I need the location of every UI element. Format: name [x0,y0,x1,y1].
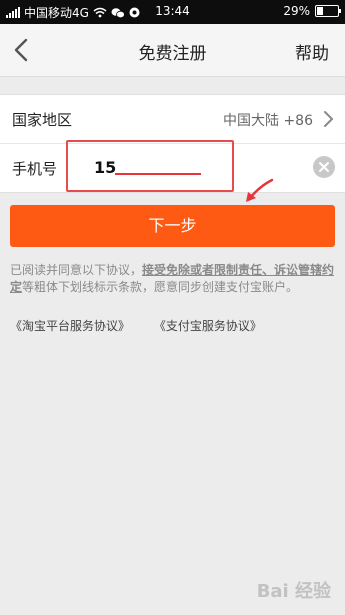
phone-label: 手机号 [12,160,58,178]
battery-percent: 29% [283,4,310,18]
annotation-box [66,140,234,192]
battery-icon [315,5,341,17]
page-title: 免费注册 [138,44,207,64]
redacted-number-line [115,173,201,175]
region-value: 中国大陆 +86 [223,113,313,129]
next-step-button[interactable]: 下一步 [10,205,335,247]
chevron-right-icon [324,111,334,127]
region-label: 国家地区 [12,111,73,129]
help-button[interactable]: 帮助 [295,39,329,64]
close-icon [319,162,329,172]
agreement-text: 已阅读并同意以下协议，接受免除或者限制责任、诉讼管辖约定等粗体下划线标示条款，愿… [10,262,336,296]
taobao-agreement-link[interactable]: 《淘宝平台服务协议》 [10,319,130,333]
agreement-text-1: 已阅读并同意以下协议， [10,263,143,277]
agreement-links: 《淘宝平台服务协议》 《支付宝服务协议》 [10,317,282,334]
status-bar: 中国移动4G 13:44 29% [0,0,345,24]
nav-header: 免费注册 帮助 [0,24,345,77]
annotation-arrow-icon [246,178,274,202]
watermark: Bai 经验 [257,577,331,603]
alipay-agreement-link[interactable]: 《支付宝服务协议》 [154,319,262,333]
watermark-text: Bai 经验 [256,581,331,602]
status-right: 29% [283,4,341,18]
agreement-text-2: 等粗体下划线标示条款，愿意同步创建支付宝账户。 [22,280,299,294]
clear-input-button[interactable] [313,156,335,178]
region-row[interactable]: 国家地区 中国大陆 +86 [0,95,345,143]
